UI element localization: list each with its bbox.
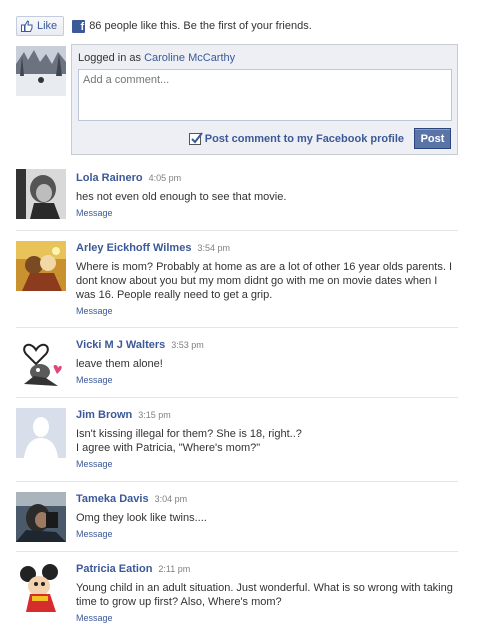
comment-body: Arley Eickhoff Wilmes 3:54 pm Where is mo…: [76, 241, 458, 317]
commenter-name[interactable]: Vicki M J Walters: [76, 339, 165, 351]
comment-body: Jim Brown 3:15 pm Isn't kissing illegal f…: [76, 408, 458, 470]
comment-text: Isn't kissing illegal for them? She is 1…: [76, 428, 302, 454]
comment-body: Patricia Eation 2:11 pm Young child in an…: [76, 562, 458, 624]
logged-in-text: Logged in as Caroline McCarthy: [78, 52, 235, 64]
comment-timestamp: 3:54 pm: [197, 243, 230, 253]
default-silhouette-avatar: [16, 408, 66, 458]
comment-body: Vicki M J Walters 3:53 pm leave them alon…: [76, 338, 458, 386]
comment-timestamp: 2:11 pm: [158, 564, 191, 574]
message-link[interactable]: Message: [76, 208, 113, 218]
comment-timestamp: 3:53 pm: [171, 340, 204, 350]
like-button[interactable]: Like: [16, 16, 65, 36]
comment-text: hes not even old enough to see that movi…: [76, 191, 287, 203]
comment-item: Arley Eickhoff Wilmes 3:54 pm Where is mo…: [16, 231, 458, 328]
post-button[interactable]: Post: [414, 128, 451, 149]
logged-in-prefix: Logged in as: [78, 52, 141, 64]
message-link[interactable]: Message: [76, 529, 113, 539]
commenter-name[interactable]: Arley Eickhoff Wilmes: [76, 242, 191, 254]
message-link[interactable]: Message: [76, 613, 113, 623]
comment-item: Patricia Eation 2:11 pm Young child in an…: [16, 552, 458, 628]
post-to-profile-checkbox[interactable]: [188, 131, 203, 145]
comment-item: Lola Rainero 4:05 pm hes not even old eno…: [16, 162, 458, 231]
dark-photo-avatar: [16, 492, 66, 542]
comment-text: Young child in an adult situation. Just …: [76, 582, 453, 608]
facebook-icon: f: [72, 19, 86, 33]
comment-timestamp: 3:15 pm: [138, 410, 171, 420]
post-to-profile-label: Post comment to my Facebook profile: [204, 132, 404, 145]
like-count: f 86 people like this. Be the first of y…: [72, 19, 312, 33]
comment-list: Lola Rainero 4:05 pm hes not even old eno…: [16, 162, 458, 628]
message-link[interactable]: Message: [76, 306, 113, 316]
comment-item: Jim Brown 3:15 pm Isn't kissing illegal f…: [16, 398, 458, 482]
checkmark-icon: [191, 131, 203, 144]
commenter-name[interactable]: Patricia Eation: [76, 563, 152, 575]
bw-photo-avatar: [16, 169, 66, 219]
comment-body: Lola Rainero 4:05 pm hes not even old eno…: [76, 171, 458, 219]
comment-timestamp: 4:05 pm: [148, 173, 182, 183]
commenter-name[interactable]: Lola Rainero: [76, 172, 143, 184]
commenter-name[interactable]: Tameka Davis: [76, 493, 149, 505]
comment-text: leave them alone!: [76, 358, 163, 370]
like-button-label: Like: [37, 20, 58, 32]
comment-text: Omg they look like twins....: [76, 512, 207, 524]
like-count-text: 86 people like this. Be the first of you…: [89, 20, 312, 32]
warm-photo-avatar: [16, 241, 66, 291]
post-options: Post comment to my Facebook profile Post: [188, 128, 451, 149]
message-link[interactable]: Message: [76, 459, 113, 469]
comment-item: Vicki M J Walters 3:53 pm leave them alon…: [16, 328, 458, 398]
current-user-avatar: [16, 46, 66, 96]
comment-composer: Logged in as Caroline McCarthy Post comm…: [71, 44, 458, 155]
logged-in-user-link[interactable]: Caroline McCarthy: [144, 52, 235, 64]
comment-text: Where is mom? Probably at home as are a …: [76, 261, 453, 301]
like-bar: Like f 86 people like this. Be the first…: [16, 15, 312, 37]
comment-body: Tameka Davis 3:04 pm Omg they look like t…: [76, 492, 458, 540]
cartoon-heart-avatar: [16, 338, 66, 388]
message-link[interactable]: Message: [76, 375, 113, 385]
thumbs-up-icon: [21, 20, 33, 32]
cartoon-mouse-avatar: [16, 562, 66, 612]
commenter-name[interactable]: Jim Brown: [76, 409, 132, 421]
comment-timestamp: 3:04 pm: [154, 494, 188, 504]
comment-item: Tameka Davis 3:04 pm Omg they look like t…: [16, 482, 458, 552]
comment-input[interactable]: [78, 69, 452, 121]
